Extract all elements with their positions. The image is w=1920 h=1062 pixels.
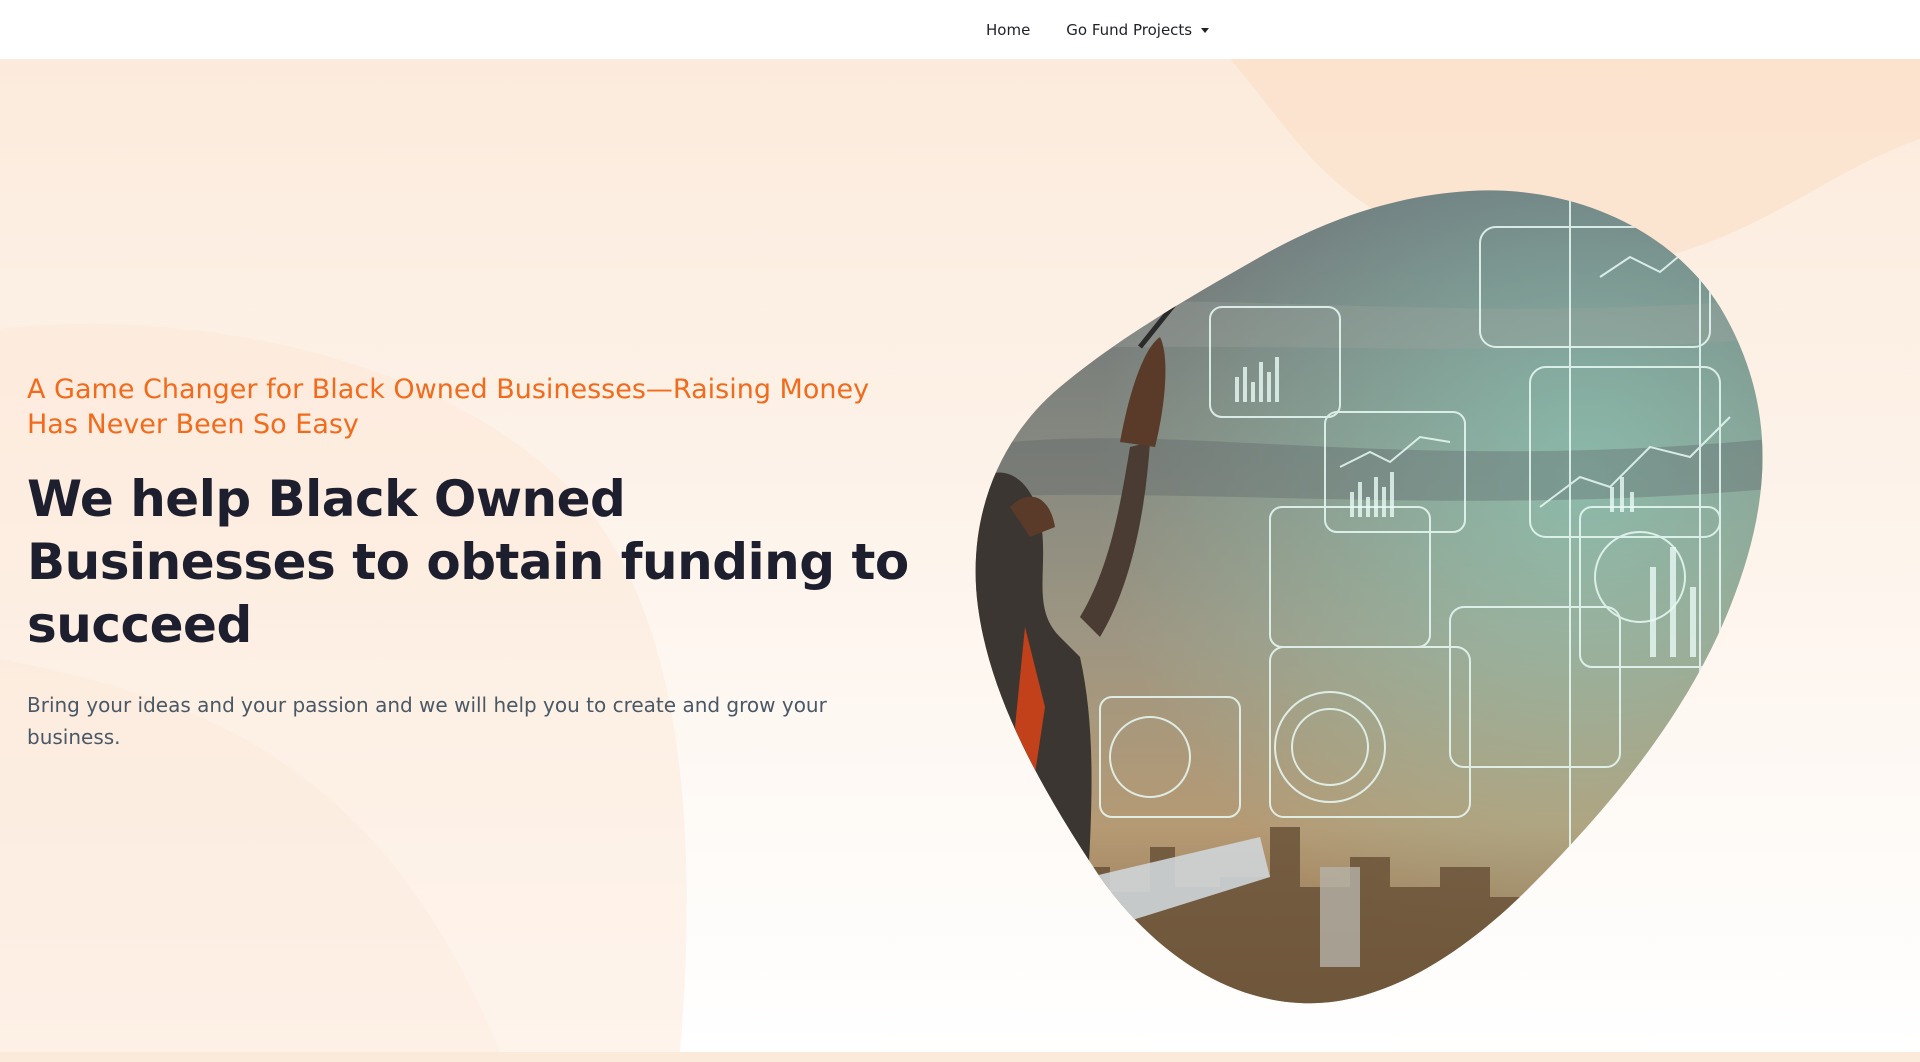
top-nav-bar: Home Go Fund Projects — [0, 0, 1920, 59]
caret-down-icon — [1201, 27, 1210, 33]
hero-tagline: A Game Changer for Black Owned Businesse… — [27, 374, 870, 440]
hero-headline: We help Black Owned Businesses to obtain… — [27, 470, 909, 654]
nav-go-fund-projects-menu[interactable]: Go Fund Projects — [1066, 20, 1210, 39]
hero-subtext: Bring your ideas and your passion and we… — [27, 693, 827, 749]
hero-copy: A Game Changer for Black Owned Businesse… — [27, 372, 947, 753]
nav-go-fund-projects-label: Go Fund Projects — [1066, 20, 1193, 39]
hero-section: A Game Changer for Black Owned Businesse… — [0, 59, 1920, 1052]
nav-home-label: Home — [986, 20, 1031, 39]
hero-image-blob — [975, 190, 1763, 1004]
main-nav: Home Go Fund Projects — [986, 0, 1210, 59]
section-divider-strip — [0, 1052, 1920, 1062]
nav-home-link[interactable]: Home — [986, 21, 1030, 39]
